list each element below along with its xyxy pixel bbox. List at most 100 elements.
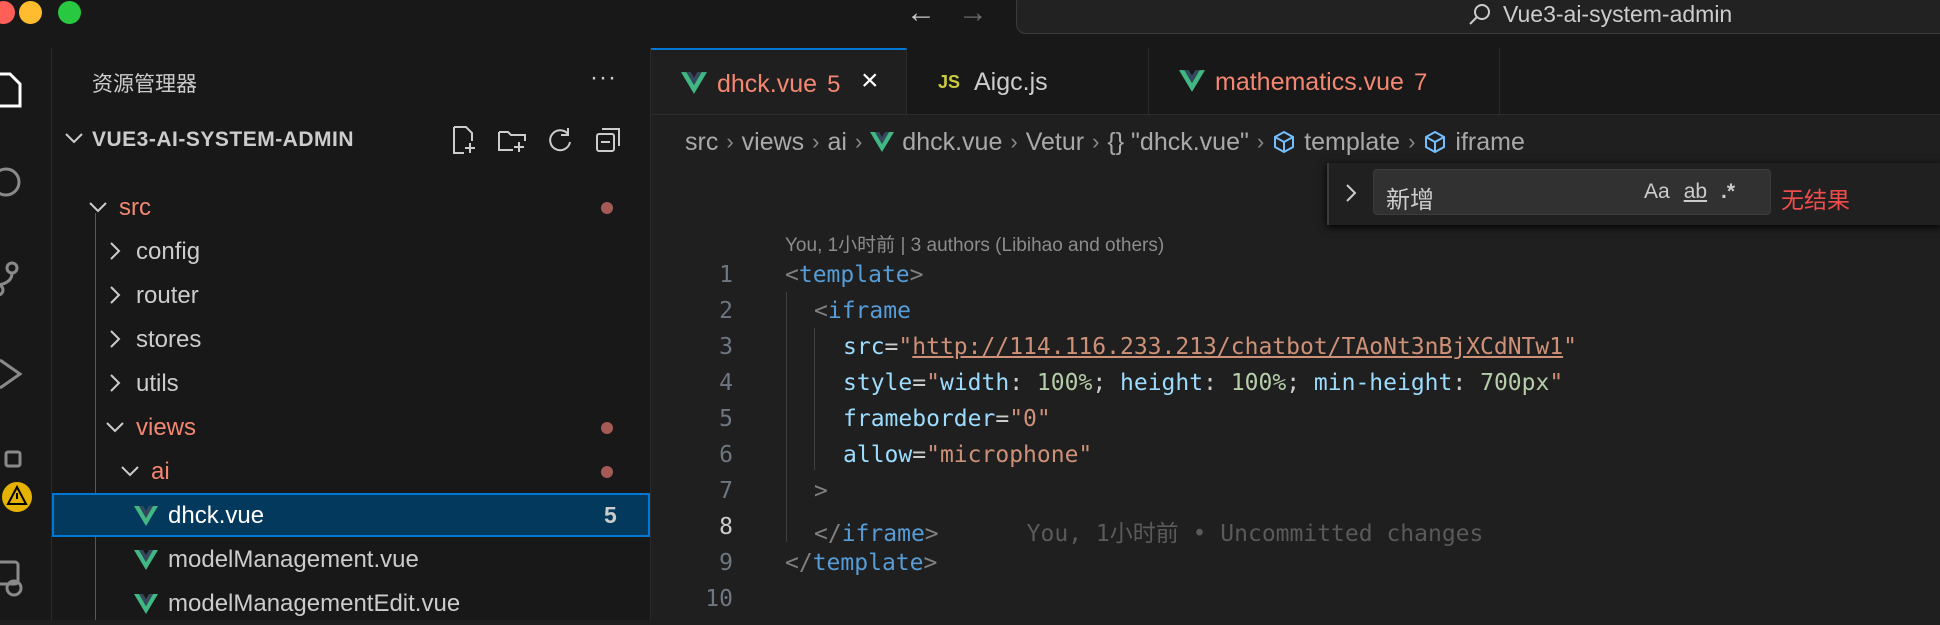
chevron-right-icon: › <box>1092 129 1100 154</box>
code-line-8[interactable]: </iframe> You, 1小时前 • Uncommitted changes <box>814 514 1483 548</box>
tab-mathematics-vue[interactable]: mathematics.vue 7 <box>1149 48 1500 114</box>
search-icon <box>1469 3 1490 25</box>
breadcrumb-item[interactable]: ai <box>828 128 847 157</box>
tree-folder-views[interactable]: views <box>52 405 650 449</box>
tree-label: router <box>136 282 199 309</box>
new-file-icon[interactable] <box>447 124 481 156</box>
code-link[interactable]: http://114.116.233.213/chatbot/TAoNt3nBj… <box>912 334 1563 360</box>
tab-aigc-js[interactable]: JS Aigc.js <box>908 48 1149 114</box>
tree-folder-utils[interactable]: utils <box>52 361 650 405</box>
git-blame-codelens[interactable]: You, 1小时前 | 3 authors (Libihao and other… <box>785 230 1164 257</box>
tree-folder-router[interactable]: router <box>52 273 650 317</box>
line-number: 7 <box>719 478 733 504</box>
tree-folder-config[interactable]: config <box>52 229 650 273</box>
chevron-right-icon: › <box>812 129 820 154</box>
code-line-5[interactable]: frameborder="0" <box>843 406 1051 432</box>
code-line-4[interactable]: style="width: 100%; height: 100%; min-he… <box>843 370 1563 396</box>
tree-label: src <box>119 194 151 221</box>
tree-label: views <box>136 414 197 441</box>
tree-label: config <box>136 238 201 265</box>
code-line-1[interactable]: <template> <box>785 262 924 288</box>
line-number: 2 <box>719 298 733 324</box>
match-whole-word-toggle[interactable]: ab <box>1684 180 1707 204</box>
symbol-element-icon <box>1274 130 1295 154</box>
find-input-value: 新增 <box>1386 187 1434 214</box>
find-input[interactable]: 新增 Aa ab .* <box>1373 169 1771 215</box>
breadcrumb: src › views › ai › dhck.vue › Vetur › {}… <box>685 122 1525 162</box>
run-debug-icon[interactable] <box>0 354 26 394</box>
code-line-2[interactable]: <iframe <box>814 298 911 324</box>
search-view-icon[interactable] <box>0 162 26 202</box>
zoom-window-button[interactable] <box>58 1 81 24</box>
chevron-right-icon: › <box>1256 129 1265 154</box>
indent-guide <box>786 292 787 542</box>
chevron-down-icon <box>89 202 107 213</box>
tree-label: modelManagementEdit.vue <box>168 590 461 617</box>
code-line-7[interactable]: > <box>814 478 828 504</box>
breadcrumb-item[interactable]: iframe <box>1423 127 1525 157</box>
vue-file-icon <box>1179 70 1205 92</box>
close-tab-icon[interactable]: × <box>861 64 879 98</box>
vue-file-icon <box>681 72 707 94</box>
explorer-sidebar: 资源管理器 ··· VUE3-AI-SYSTEM-ADMIN src confi… <box>52 48 651 620</box>
back-arrow-icon[interactable]: ← <box>906 0 936 28</box>
tree-label: dhck.vue <box>168 502 265 529</box>
chevron-down-icon <box>121 466 139 477</box>
code-line-9[interactable]: </template> <box>785 550 937 576</box>
vue-file-icon <box>134 594 158 614</box>
project-header[interactable]: VUE3-AI-SYSTEM-ADMIN <box>52 118 650 162</box>
line-number: 5 <box>719 406 733 432</box>
breadcrumb-item[interactable]: Vetur <box>1026 128 1084 157</box>
remote-explorer-icon[interactable] <box>0 558 26 598</box>
line-number: 6 <box>719 442 733 468</box>
chevron-right-icon: › <box>726 129 734 154</box>
forward-arrow-icon[interactable]: → <box>958 0 988 28</box>
toggle-replace-icon[interactable] <box>1341 181 1361 205</box>
breadcrumb-label: iframe <box>1455 127 1525 156</box>
chevron-down-icon <box>65 133 83 144</box>
tree-folder-stores[interactable]: stores <box>52 317 650 361</box>
line-number: 10 <box>705 586 733 612</box>
vue-file-icon <box>134 506 158 526</box>
match-case-toggle[interactable]: Aa <box>1644 180 1670 204</box>
chevron-right-icon: › <box>854 129 863 154</box>
chevron-right-icon <box>110 330 121 348</box>
breadcrumb-item[interactable]: dhck.vue <box>870 128 1002 157</box>
line-number-current: 8 <box>719 514 733 540</box>
tab-label: dhck.vue <box>717 70 818 98</box>
use-regex-toggle[interactable]: .* <box>1721 180 1735 204</box>
command-center[interactable]: Vue3-ai-system-admin <box>1016 0 1940 34</box>
more-actions-icon[interactable]: ··· <box>590 64 617 92</box>
tab-dhck-vue[interactable]: dhck.vue 5 × <box>651 48 907 114</box>
explorer-files-icon[interactable] <box>0 70 26 110</box>
line-number: 3 <box>719 334 733 360</box>
minimize-window-button[interactable] <box>19 1 42 24</box>
breadcrumb-item[interactable]: template <box>1272 128 1400 157</box>
js-file-icon: JS <box>938 72 961 92</box>
code-line-6[interactable]: allow="microphone" <box>843 442 1092 468</box>
problem-count: 5 <box>604 502 617 528</box>
close-window-button[interactable] <box>0 1 15 24</box>
find-result-status: 无结果 <box>1781 187 1850 213</box>
code-line-3[interactable]: src="http://114.116.233.213/chatbot/TAoN… <box>843 334 1577 360</box>
new-folder-icon[interactable] <box>495 124 529 156</box>
breadcrumb-label: dhck.vue <box>902 127 1003 156</box>
find-widget: 新增 Aa ab .* 无结果 <box>1327 163 1940 225</box>
breadcrumb-item[interactable]: {} "dhck.vue" <box>1107 128 1248 157</box>
vue-file-icon <box>134 550 158 570</box>
inline-blame: You, 1小时前 • Uncommitted changes <box>1026 521 1484 547</box>
collapse-all-icon[interactable] <box>591 124 625 156</box>
refresh-icon[interactable] <box>543 124 577 156</box>
tab-problem-count: 7 <box>1413 69 1428 96</box>
tree-file-dhck-vue[interactable]: dhck.vue 5 <box>52 493 650 537</box>
tree-file-modelmanagement-vue[interactable]: modelManagement.vue <box>52 537 650 581</box>
tree-file-modelmanagementedit-vue[interactable]: modelManagementEdit.vue <box>52 581 650 625</box>
breadcrumb-item[interactable]: src <box>685 128 718 157</box>
tree-folder-src[interactable]: src <box>52 185 650 229</box>
line-number: 1 <box>719 262 733 288</box>
chevron-right-icon <box>110 286 121 304</box>
tree-folder-ai[interactable]: ai <box>52 449 650 493</box>
tree-label: modelManagement.vue <box>168 546 419 573</box>
source-control-icon[interactable] <box>0 258 26 298</box>
breadcrumb-item[interactable]: views <box>742 128 805 157</box>
